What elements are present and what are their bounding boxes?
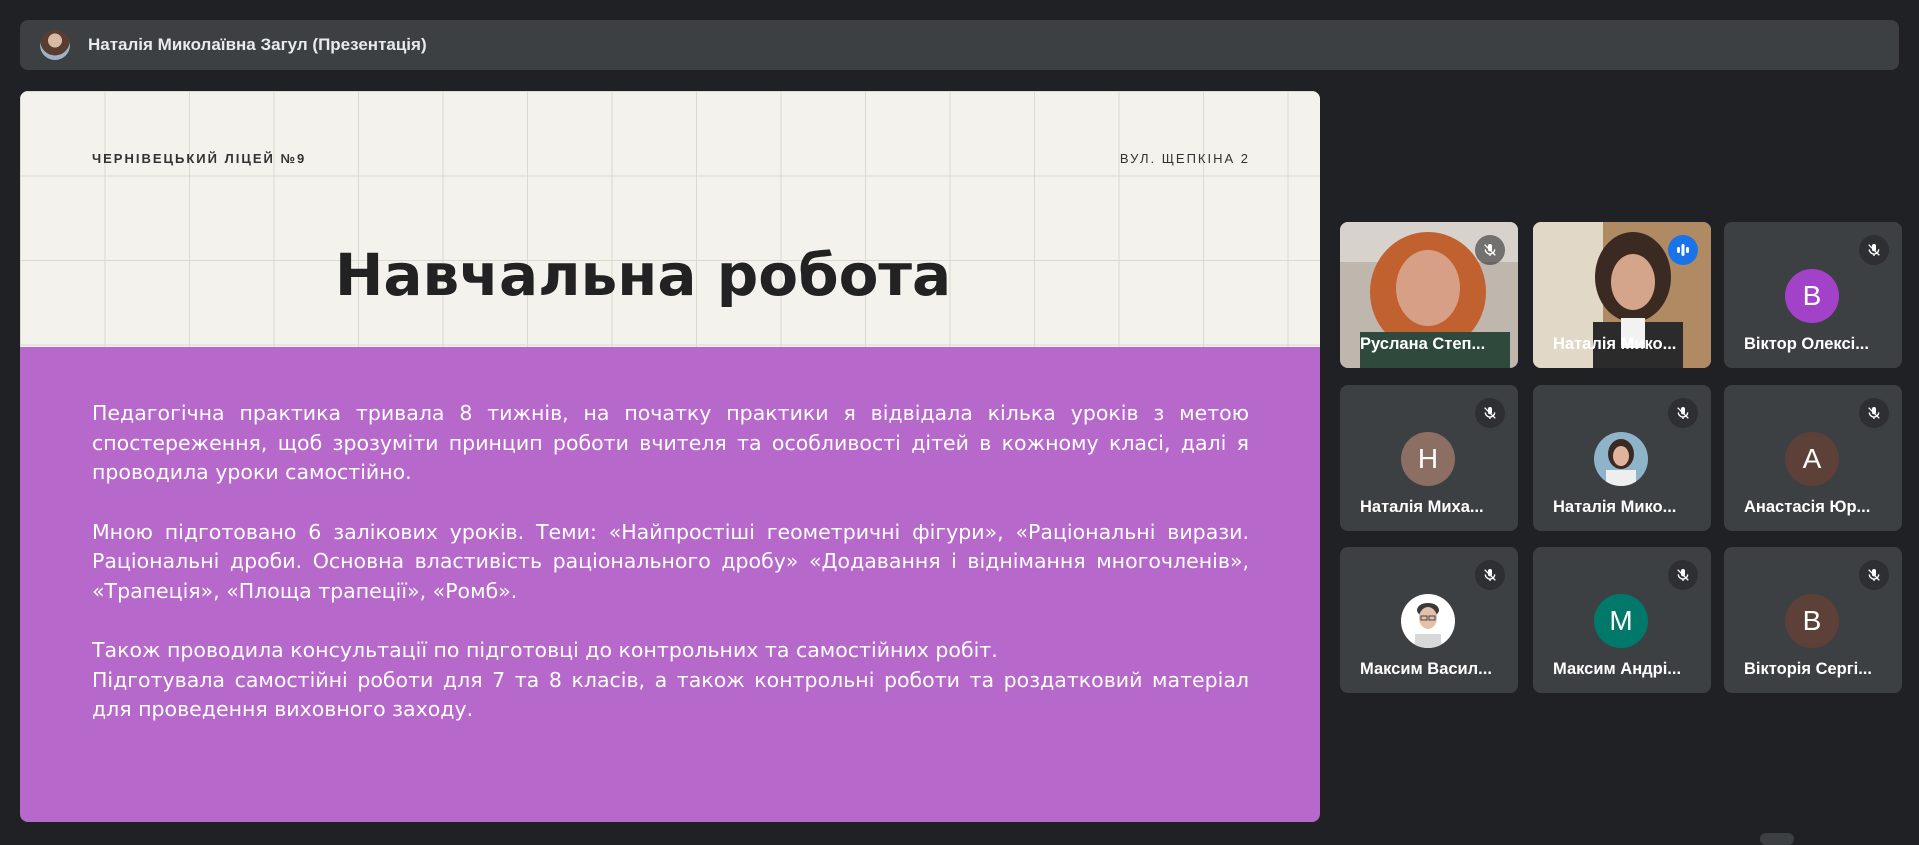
- avatar: М: [1594, 594, 1648, 648]
- mic-muted-icon: [1859, 398, 1889, 428]
- mic-muted-icon: [1475, 235, 1505, 265]
- slide-title: Навчальна робота: [334, 241, 952, 309]
- mic-muted-icon: [1668, 560, 1698, 590]
- avatar: [1594, 432, 1648, 486]
- participant-tile[interactable]: М Максим Андрі...: [1533, 547, 1711, 693]
- participant-tile[interactable]: В Вікторія Сергі...: [1724, 547, 1902, 693]
- participant-tile[interactable]: Н Наталія Миха...: [1340, 385, 1518, 531]
- participant-name: Анастасія Юр...: [1744, 498, 1871, 516]
- mic-muted-icon: [1668, 398, 1698, 428]
- slide-paragraph: Педагогічна практика тривала 8 тижнів, н…: [92, 401, 1249, 484]
- participant-name: Максим Андрі...: [1553, 660, 1682, 678]
- avatar: [1401, 594, 1455, 648]
- slide-paragraph: Мною підготовано 6 залікових уроків. Тем…: [92, 519, 1249, 603]
- participant-name: Наталія Мико...: [1553, 498, 1677, 516]
- slide-address: ВУЛ. ЩЕПКІНА 2: [1119, 151, 1250, 166]
- participant-tile[interactable]: Максим Васил...: [1340, 547, 1518, 693]
- mic-muted-icon: [1859, 560, 1889, 590]
- avatar: Н: [1401, 432, 1455, 486]
- participant-name: Віктор Олексі...: [1744, 335, 1869, 353]
- slide-header: ЧЕРНІВЕЦЬКИЙ ЛІЦЕЙ №9 ВУЛ. ЩЕПКІНА 2 Нав…: [20, 91, 1320, 347]
- avatar: [40, 30, 70, 60]
- participant-tile[interactable]: Руслана Степ...: [1340, 222, 1518, 368]
- participant-tile[interactable]: В Віктор Олексі...: [1724, 222, 1902, 368]
- avatar: В: [1785, 594, 1839, 648]
- avatar: А: [1785, 432, 1839, 486]
- speaking-indicator-icon: [1668, 235, 1698, 265]
- avatar: В: [1785, 269, 1839, 323]
- participant-name: Максим Васил...: [1360, 660, 1492, 678]
- slide-body: Педагогічна практика тривала 8 тижнів, н…: [92, 399, 1249, 725]
- participant-tile[interactable]: А Анастасія Юр...: [1724, 385, 1902, 531]
- mic-muted-icon: [1475, 398, 1505, 428]
- slide-school-name: ЧЕРНІВЕЦЬКИЙ ЛІЦЕЙ №9: [92, 151, 307, 166]
- participant-name: Вікторія Сергі...: [1744, 660, 1872, 678]
- participant-name: Руслана Степ...: [1360, 335, 1486, 353]
- mic-muted-icon: [1859, 235, 1889, 265]
- participant-name: Наталія Мико...: [1553, 335, 1677, 353]
- scroll-indicator[interactable]: [1760, 833, 1794, 845]
- slide-paragraph: Також проводила консультації по підготов…: [92, 638, 1249, 721]
- participant-tile-active[interactable]: Наталія Мико...: [1533, 222, 1711, 368]
- mic-muted-icon: [1475, 560, 1505, 590]
- participant-name: Наталія Миха...: [1360, 498, 1484, 516]
- presenter-label: Наталія Миколаївна Загул (Презентація): [88, 35, 427, 54]
- presentation-slide: ЧЕРНІВЕЦЬКИЙ ЛІЦЕЙ №9 ВУЛ. ЩЕПКІНА 2 Нав…: [20, 91, 1320, 822]
- participant-tile[interactable]: Наталія Мико...: [1533, 385, 1711, 531]
- presenter-bar[interactable]: Наталія Миколаївна Загул (Презентація): [20, 20, 1899, 70]
